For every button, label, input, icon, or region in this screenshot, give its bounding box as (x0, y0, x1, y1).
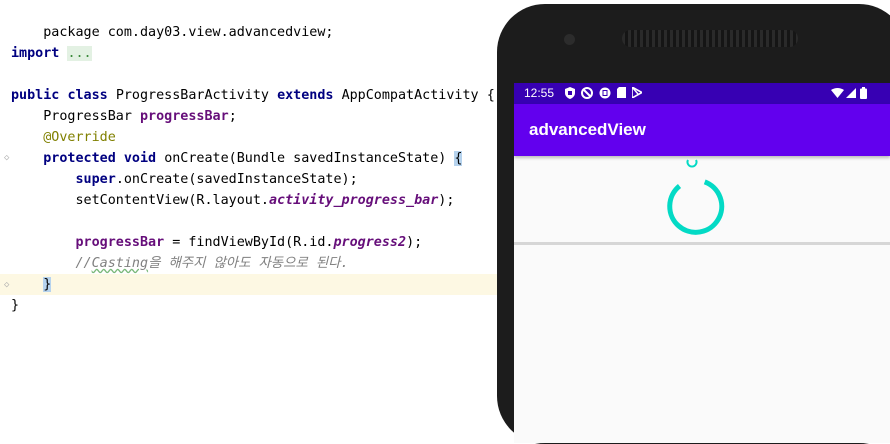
semicolon: ; (228, 109, 237, 124)
code-line-8[interactable]: protected void onCreate(Bundle savedInst… (11, 148, 463, 169)
code-line-5[interactable]: public class ProgressBarActivity extends… (11, 85, 495, 106)
front-camera-icon (564, 34, 575, 45)
field-name: progressBar (140, 109, 229, 124)
import-keyword: import (11, 46, 60, 61)
super-call: .onCreate(savedInstanceState); (115, 172, 358, 187)
large-progress-spinner (667, 179, 725, 235)
call-end: ); (438, 193, 455, 208)
class-name: ProgressBarActivity (115, 88, 269, 103)
field-reference: progressBar (75, 235, 165, 250)
status-bar: 12:55 (514, 83, 890, 104)
set-content-view-call: setContentView(R.layout. (75, 193, 269, 208)
id-resource: progress2 (333, 235, 407, 250)
keyword-void: void (123, 151, 157, 166)
comment-prefix: // (75, 256, 92, 271)
code-comment: //Casting을 해주지 않아도 자동으로 된다. (76, 256, 349, 271)
wifi-icon (831, 88, 844, 98)
sd-card-icon (617, 87, 626, 98)
phone-emulator: 12:55 advancedView (497, 4, 890, 444)
current-line-highlight (0, 274, 520, 295)
signal-icon (846, 88, 856, 98)
keyword-super: super (75, 172, 116, 187)
horizontal-divider (514, 242, 890, 245)
play-store-icon (632, 87, 642, 98)
code-line-15[interactable]: } (11, 295, 19, 316)
fold-marker-icon[interactable]: ◇ (4, 281, 12, 290)
code-line-12[interactable]: progressBar = findViewById(R.id.progress… (11, 232, 423, 253)
package-statement: package com.day03.view.advancedview; (43, 25, 334, 40)
code-line-1[interactable]: package com.day03.view.advancedview; (11, 1, 333, 40)
battery-icon (860, 87, 867, 99)
code-line-3[interactable]: import ... (11, 43, 92, 64)
method-open-brace: { (454, 151, 463, 166)
app-bar: advancedView (514, 104, 890, 156)
speaker-grille (622, 30, 798, 47)
find-view-call: = findViewById(R.id. (164, 235, 334, 250)
app-title: advancedView (529, 120, 646, 139)
phone-screen[interactable]: 12:55 advancedView (514, 83, 890, 443)
method-close-brace: } (43, 277, 52, 292)
keyword-extends: extends (277, 88, 334, 103)
code-line-13[interactable]: //Casting을 해주지 않아도 자동으로 된다. (11, 253, 349, 274)
sd-card-icon (599, 87, 611, 99)
method-signature: onCreate(Bundle savedInstanceState) (164, 151, 447, 166)
keyword-class: class (67, 88, 108, 103)
class-open-brace: { (486, 88, 495, 103)
keyword-public: public (11, 88, 60, 103)
parent-class: AppCompatActivity (341, 88, 479, 103)
comment-typo-word: Casting (91, 256, 149, 271)
class-close-brace: } (11, 298, 20, 313)
field-type: ProgressBar (43, 109, 132, 124)
code-line-7[interactable]: @Override (11, 127, 116, 148)
code-line-9[interactable]: super.onCreate(savedInstanceState); (11, 169, 358, 190)
code-line-6[interactable]: ProgressBar progressBar; (11, 106, 237, 127)
code-editor[interactable]: package com.day03.view.advancedview; imp… (0, 0, 520, 423)
status-time: 12:55 (524, 86, 555, 100)
call-end: ); (406, 235, 423, 250)
override-annotation: @Override (43, 130, 116, 145)
no-sync-icon (581, 87, 593, 99)
comment-text: 을 해주지 않아도 자동으로 된다. (148, 256, 349, 271)
keyword-protected: protected (43, 151, 116, 166)
code-line-10[interactable]: setContentView(R.layout.activity_progres… (11, 190, 455, 211)
small-progress-spinner (686, 159, 698, 168)
fold-marker-icon[interactable]: ◇ (4, 154, 12, 163)
folded-imports[interactable]: ... (67, 46, 92, 61)
code-line-14[interactable]: } (11, 274, 52, 295)
shield-icon (565, 87, 575, 99)
layout-resource: activity_progress_bar (268, 193, 439, 208)
